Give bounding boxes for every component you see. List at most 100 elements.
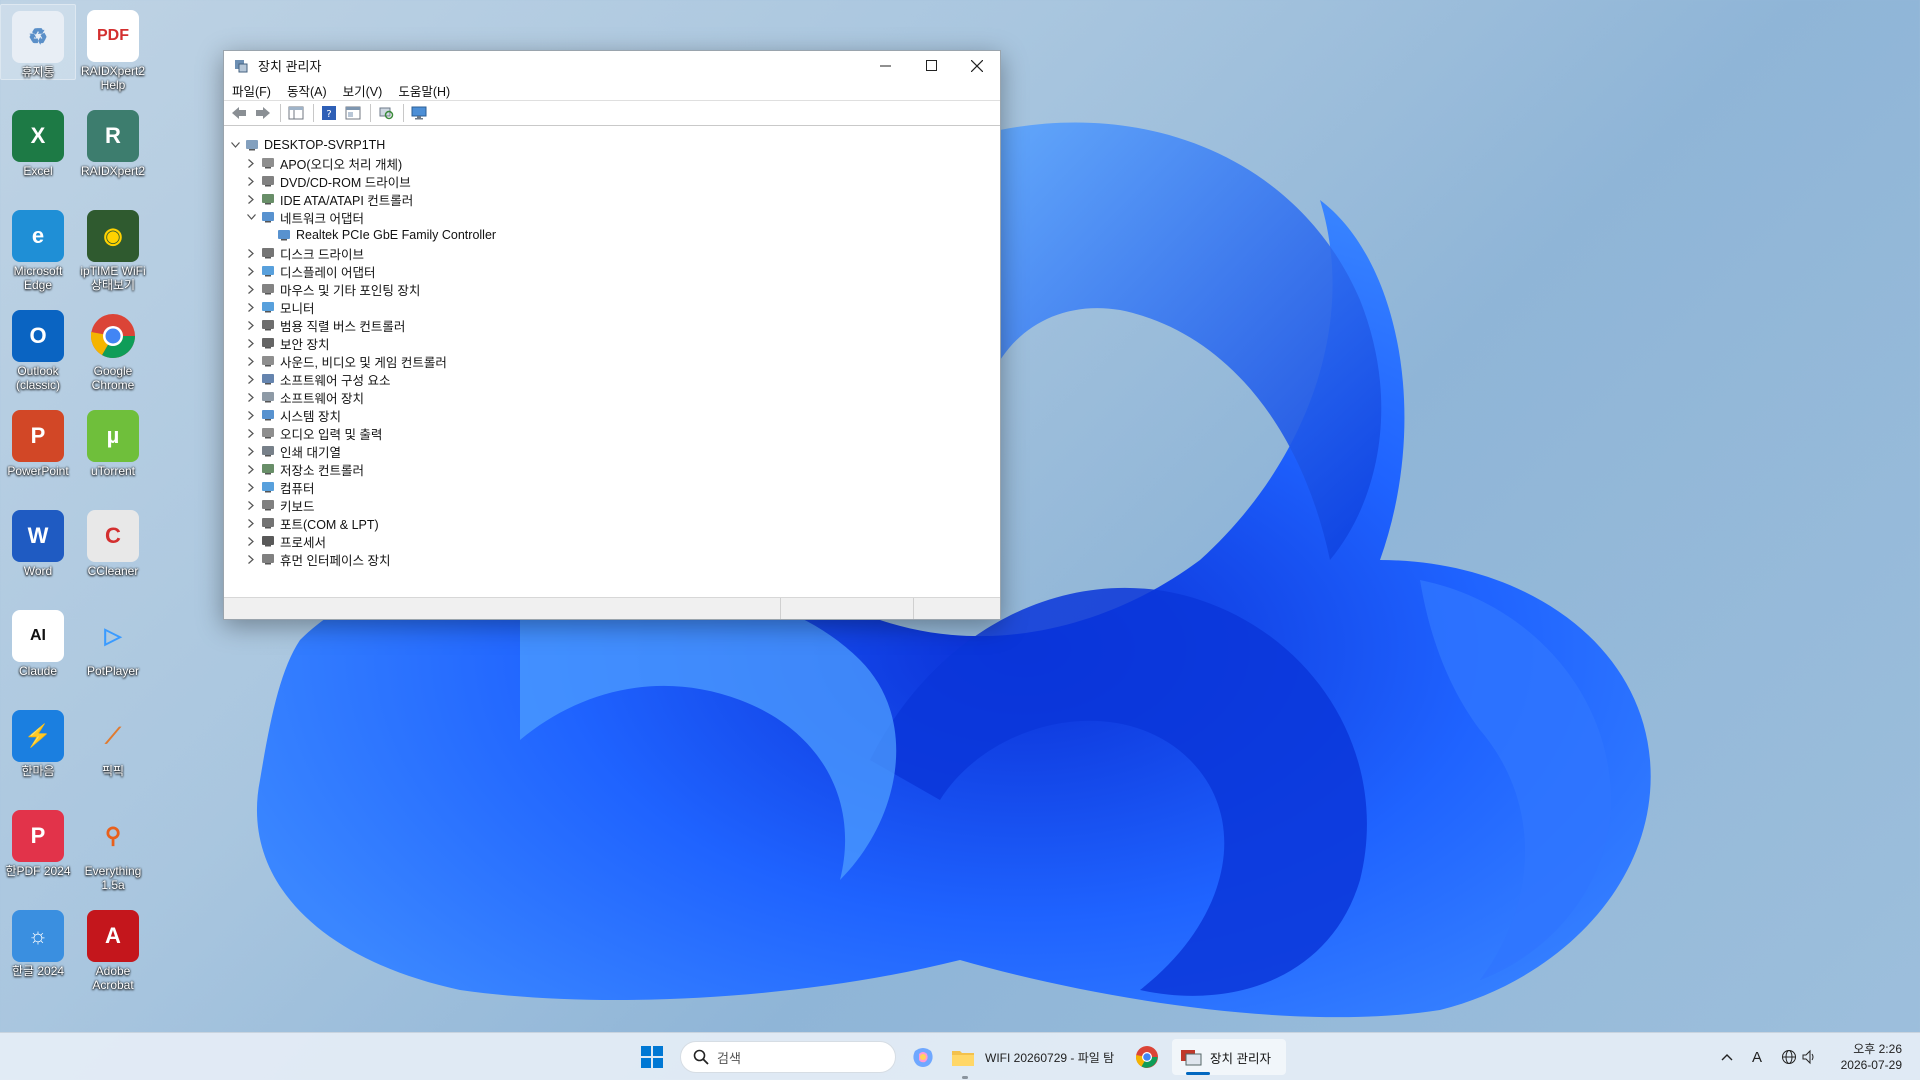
chevron-right-icon[interactable]	[244, 282, 258, 296]
desktop-icon[interactable]: ⚡ 한마음	[0, 704, 76, 778]
tree-node[interactable]: 디스플레이 어댑터	[224, 262, 1000, 280]
desktop-icon[interactable]: e Microsoft Edge	[0, 204, 76, 292]
desktop-icon[interactable]: C CCleaner	[75, 504, 151, 578]
chevron-right-icon[interactable]	[244, 462, 258, 476]
utorrent-icon: µ	[87, 410, 139, 462]
desktop-icon-label: 픽픽	[101, 764, 125, 778]
tree-node[interactable]: DVD/CD-ROM 드라이브	[224, 172, 1000, 190]
tree-node[interactable]: IDE ATA/ATAPI 컨트롤러	[224, 190, 1000, 208]
desktop-icon[interactable]: O Outlook (classic)	[0, 304, 76, 392]
lightning-icon: ⚡	[12, 710, 64, 762]
tree-node[interactable]: 오디오 입력 및 출력	[224, 424, 1000, 442]
tree-node[interactable]: 범용 직렬 버스 컨트롤러	[224, 316, 1000, 334]
chevron-right-icon[interactable]	[244, 516, 258, 530]
desktop-icon[interactable]: A Adobe Acrobat	[75, 904, 151, 992]
input-method-indicator[interactable]: A	[1744, 1033, 1770, 1080]
forward-button[interactable]	[252, 103, 274, 123]
taskbar-search-box[interactable]: 검색	[680, 1041, 896, 1073]
chevron-right-icon[interactable]	[244, 156, 258, 170]
desktop-icon[interactable]: ♻ 휴지통	[0, 4, 76, 80]
scan-hardware-button[interactable]	[375, 103, 397, 123]
start-button[interactable]	[634, 1039, 670, 1075]
menu-file[interactable]: 파일(F)	[232, 81, 271, 100]
tree-node[interactable]: APO(오디오 처리 개체)	[224, 154, 1000, 172]
desktop-icon[interactable]: ☼ 한글 2024	[0, 904, 76, 978]
desktop-icon[interactable]: R RAIDXpert2	[75, 104, 151, 178]
desktop-icon[interactable]: ◉ ipTIME WiFi 상태보기	[75, 204, 151, 292]
chevron-right-icon[interactable]	[244, 552, 258, 566]
tree-node[interactable]: 포트(COM & LPT)	[224, 514, 1000, 532]
status-pane	[224, 598, 781, 619]
desktop-icon[interactable]: W Word	[0, 504, 76, 578]
help-button[interactable]: ?	[318, 103, 340, 123]
tree-node[interactable]: 디스크 드라이브	[224, 244, 1000, 262]
chevron-right-icon[interactable]	[244, 444, 258, 458]
copilot-button[interactable]	[905, 1039, 941, 1075]
tree-node[interactable]: DESKTOP-SVRP1TH	[224, 136, 1000, 154]
chevron-right-icon[interactable]	[244, 192, 258, 206]
chevron-right-icon[interactable]	[244, 300, 258, 314]
desktop-icon[interactable]: Google Chrome	[75, 304, 151, 392]
desktop-icon[interactable]: PDF RAIDXpert2 Help	[75, 4, 151, 92]
title-bar[interactable]: 장치 관리자	[224, 51, 1000, 80]
tree-node[interactable]: 모니터	[224, 298, 1000, 316]
menu-view[interactable]: 보기(V)	[343, 81, 383, 100]
chevron-down-icon[interactable]	[228, 138, 242, 152]
tree-node[interactable]: 마우스 및 기타 포인팅 장치	[224, 280, 1000, 298]
show-hidden-icons-button[interactable]	[1714, 1033, 1740, 1080]
taskbar-app-device-manager[interactable]: 장치 관리자	[1172, 1039, 1286, 1075]
tree-node[interactable]: 시스템 장치	[224, 406, 1000, 424]
show-hide-console-tree-button[interactable]	[285, 103, 307, 123]
chevron-right-icon[interactable]	[244, 498, 258, 512]
potplayer-icon: ▷	[104, 623, 122, 648]
chevron-right-icon[interactable]	[244, 318, 258, 332]
close-button[interactable]	[954, 51, 1000, 80]
desktop-icon[interactable]: AI Claude	[0, 604, 76, 678]
tree-node[interactable]: 인쇄 대기열	[224, 442, 1000, 460]
taskbar-app-file-explorer[interactable]: WIFI 20260729 - 파일 탐	[951, 1039, 1121, 1075]
tree-node[interactable]: 보안 장치	[224, 334, 1000, 352]
chevron-right-icon[interactable]	[244, 408, 258, 422]
desktop-icon[interactable]: ⟋ 픽픽	[75, 704, 151, 778]
tree-node[interactable]: 사운드, 비디오 및 게임 컨트롤러	[224, 352, 1000, 370]
taskbar-app-chrome[interactable]	[1129, 1039, 1165, 1075]
chevron-right-icon[interactable]	[244, 372, 258, 386]
clock[interactable]: 오후 2:26 2026-07-29	[1841, 1041, 1902, 1073]
tree-node[interactable]: 키보드	[224, 496, 1000, 514]
chevron-right-icon[interactable]	[244, 534, 258, 548]
properties-button[interactable]	[342, 103, 364, 123]
tree-node[interactable]: 컴퓨터	[224, 478, 1000, 496]
tree-node[interactable]: 소프트웨어 장치	[224, 388, 1000, 406]
tree-node[interactable]: 저장소 컨트롤러	[224, 460, 1000, 478]
port-icon	[260, 516, 276, 530]
tree-node[interactable]: Realtek PCIe GbE Family Controller	[224, 226, 1000, 244]
desktop-icon[interactable]: ⚲ Everything 1.5a	[75, 804, 151, 892]
tree-node[interactable]: 소프트웨어 구성 요소	[224, 370, 1000, 388]
back-button[interactable]	[228, 103, 250, 123]
tree-node[interactable]: 프로세서	[224, 532, 1000, 550]
minimize-button[interactable]	[862, 51, 908, 80]
chevron-right-icon[interactable]	[244, 336, 258, 350]
maximize-button[interactable]	[908, 51, 954, 80]
tree-node[interactable]: 네트워크 어댑터	[224, 208, 1000, 226]
chevron-right-icon[interactable]	[244, 354, 258, 368]
chevron-right-icon[interactable]	[244, 174, 258, 188]
chevron-right-icon[interactable]	[244, 390, 258, 404]
desktop-icon[interactable]: ▷ PotPlayer	[75, 604, 151, 678]
desktop-icon[interactable]: µ uTorrent	[75, 404, 151, 478]
monitor-button[interactable]	[408, 103, 430, 123]
chevron-down-icon[interactable]	[244, 210, 258, 224]
desktop-icon[interactable]: X Excel	[0, 104, 76, 178]
desktop-icon[interactable]: P PowerPoint	[0, 404, 76, 478]
device-manager-window[interactable]: 장치 관리자 파일(F) 동작(A) 보기(V) 도움말(H) ? DESKTO…	[223, 50, 1001, 620]
menu-action[interactable]: 동작(A)	[287, 81, 327, 100]
device-tree[interactable]: DESKTOP-SVRP1TH APO(오디오 처리 개체) DVD/CD-ROM …	[224, 133, 1000, 568]
menu-help[interactable]: 도움말(H)	[398, 81, 450, 100]
tree-node[interactable]: 휴먼 인터페이스 장치	[224, 550, 1000, 568]
network-volume-button[interactable]	[1776, 1033, 1822, 1080]
chevron-right-icon[interactable]	[244, 480, 258, 494]
chevron-right-icon[interactable]	[244, 246, 258, 260]
chevron-right-icon[interactable]	[244, 264, 258, 278]
desktop-icon[interactable]: P 한PDF 2024	[0, 804, 76, 878]
chevron-right-icon[interactable]	[244, 426, 258, 440]
